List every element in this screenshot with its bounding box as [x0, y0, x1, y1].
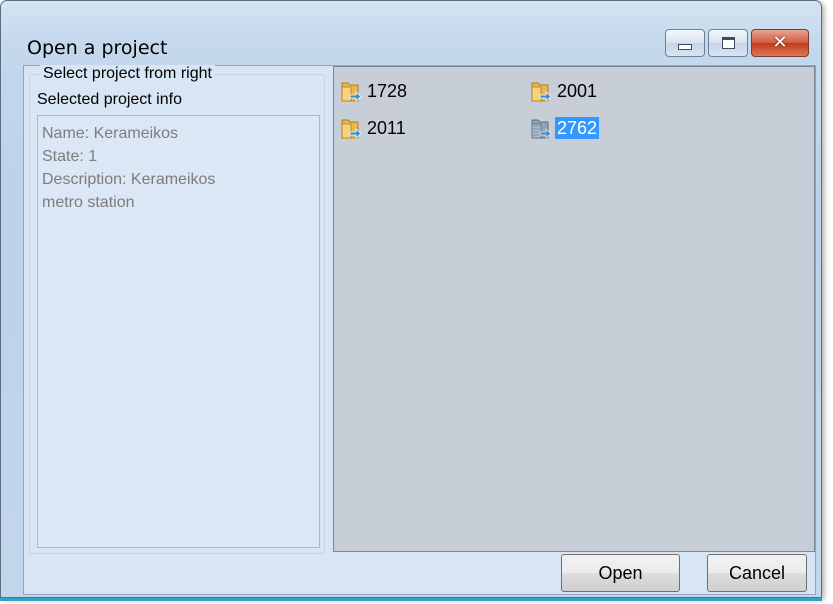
project-info-group: Select project from right Selected proje…: [29, 65, 325, 554]
project-label: 1728: [367, 81, 408, 101]
folder-shortcut-icon: [531, 119, 552, 139]
info-description-line-2: metro station: [42, 194, 135, 211]
window-title: Open a project: [27, 37, 168, 59]
maximize-button[interactable]: [708, 29, 748, 57]
selected-project-info-label: Selected project info: [37, 91, 182, 108]
caption-buttons: ✕: [665, 29, 809, 57]
dialog-client-area: Select project from right Selected proje…: [23, 65, 816, 595]
project-item-2762[interactable]: 2762: [530, 116, 600, 140]
folder-shortcut-icon: [341, 119, 362, 139]
close-icon: ✕: [772, 32, 788, 53]
close-button[interactable]: ✕: [751, 29, 809, 57]
cancel-button[interactable]: Cancel: [707, 554, 807, 592]
folder-shortcut-icon: [531, 82, 552, 102]
project-item-1728[interactable]: 1728: [340, 79, 409, 103]
minimize-button[interactable]: [665, 29, 705, 57]
project-item-2001[interactable]: 2001: [530, 79, 599, 103]
project-label: 2011: [367, 118, 406, 138]
project-info-textbox[interactable]: Name: Kerameikos State: 1 Description: K…: [37, 115, 320, 548]
info-state-line: State: 1: [42, 148, 98, 165]
project-item-2011[interactable]: 2011: [340, 116, 408, 140]
open-project-dialog: Open a project ✕ Select project from rig…: [0, 0, 822, 601]
group-label: Select project from right: [40, 65, 215, 83]
folder-shortcut-icon: [341, 82, 362, 102]
info-description-line: Description: Kerameikos: [42, 171, 216, 188]
info-name-line: Name: Kerameikos: [42, 125, 179, 142]
project-label: 2001: [557, 81, 598, 101]
maximize-icon: [721, 37, 735, 49]
minimize-icon: [678, 44, 692, 50]
project-label: 2762: [555, 117, 600, 139]
project-list[interactable]: 1728 2001 2011 2762: [333, 66, 815, 552]
button-bar: Open Cancel: [24, 552, 815, 594]
open-button[interactable]: Open: [561, 554, 680, 592]
